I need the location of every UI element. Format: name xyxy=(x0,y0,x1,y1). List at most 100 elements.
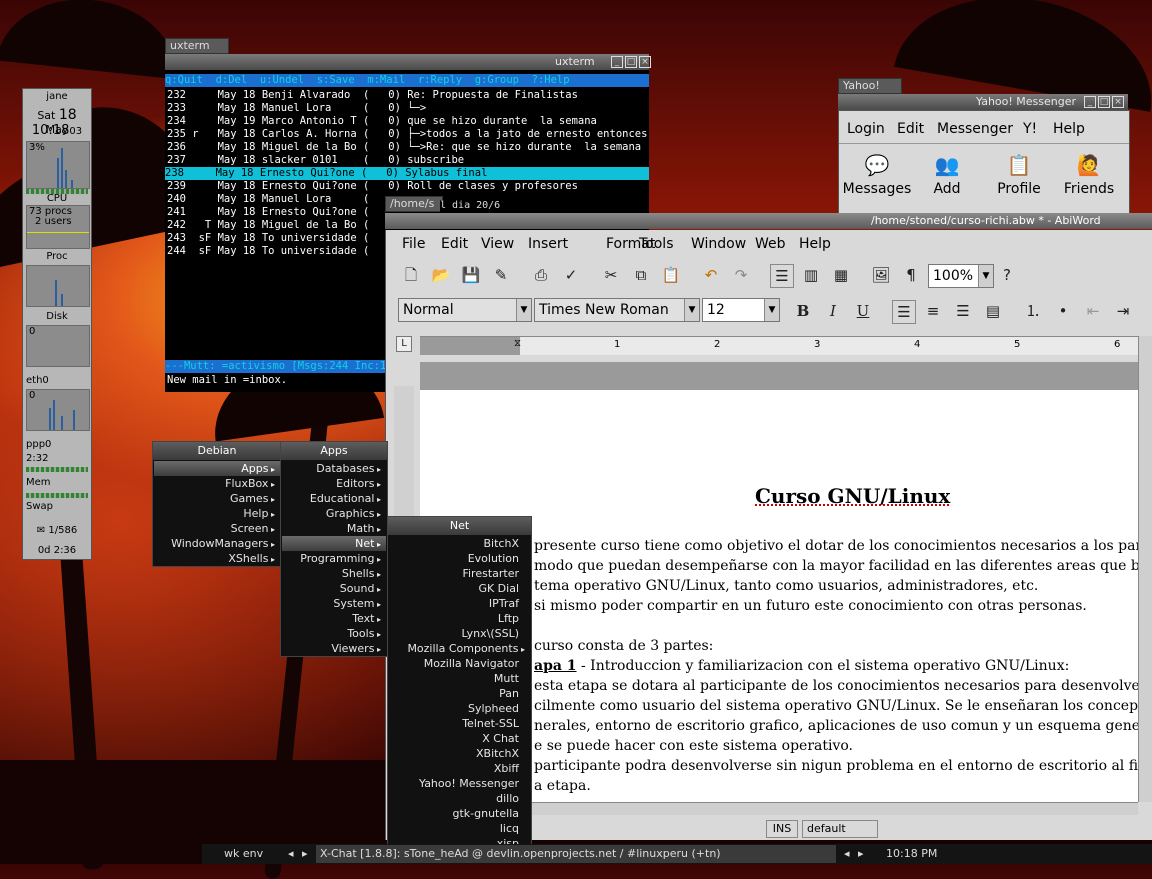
mutt-message-row[interactable]: 235 r May 18 Carlos A. Horna ( 0) ├─>tod… xyxy=(167,128,647,141)
menu-item-mutt[interactable]: Mutt xyxy=(494,671,519,686)
menu-insert[interactable]: Insert xyxy=(528,236,568,252)
minimize-icon[interactable]: _ xyxy=(1084,96,1096,108)
increase-indent-icon[interactable]: ⇥ xyxy=(1112,300,1134,322)
font-size-select[interactable]: 12 ▼ xyxy=(702,298,780,322)
underline-icon[interactable]: U xyxy=(852,300,874,322)
menu-item-xshells[interactable]: XShells ▸ xyxy=(228,551,275,566)
menu-item-gtk-gnutella[interactable]: gtk-gnutella xyxy=(453,806,520,821)
menu-item-graphics[interactable]: Graphics ▸ xyxy=(326,506,381,521)
profile-button[interactable]: 📋 Profile xyxy=(983,153,1055,197)
menu-item-screen[interactable]: Screen ▸ xyxy=(231,521,275,536)
menu-login[interactable]: Login xyxy=(847,121,885,137)
menu-item-shells[interactable]: Shells ▸ xyxy=(342,566,381,581)
justify-icon[interactable]: ▤ xyxy=(982,300,1004,322)
menu-item-lynx-ssl-[interactable]: Lynx\(SSL) xyxy=(462,626,520,641)
add-button[interactable]: 👥 Add xyxy=(911,153,983,197)
print-icon[interactable]: ⎙ xyxy=(530,264,552,286)
minimize-icon[interactable]: _ xyxy=(611,56,623,68)
maximize-icon[interactable]: □ xyxy=(625,56,637,68)
prev-workspace-icon[interactable]: ◂ xyxy=(288,844,294,864)
mutt-message-row[interactable]: 243 sF May 18 To universidade ( xyxy=(167,232,369,245)
menu-item-x-chat[interactable]: X Chat xyxy=(482,731,519,746)
next-workspace-icon[interactable]: ▸ xyxy=(302,844,308,864)
friends-button[interactable]: 🙋 Friends xyxy=(1053,153,1125,197)
menu-item-tools[interactable]: Tools ▸ xyxy=(347,626,381,641)
menu-item-dillo[interactable]: dillo xyxy=(496,791,519,806)
menu-window[interactable]: Window xyxy=(691,236,746,252)
close-icon[interactable]: × xyxy=(1112,96,1124,108)
mutt-message-row[interactable]: 238 May 18 Ernesto Qui?one ( 0) Sylabus … xyxy=(165,167,649,180)
menu-item-apps[interactable]: Apps ▸ xyxy=(241,461,275,476)
menu-item-mozilla-components[interactable]: Mozilla Components ▸ xyxy=(407,641,525,656)
maximize-icon[interactable]: □ xyxy=(1098,96,1110,108)
style-select[interactable]: Normal ▼ xyxy=(398,298,532,322)
one-column-icon[interactable]: ☰ xyxy=(770,264,794,288)
menu-item-games[interactable]: Games ▸ xyxy=(230,491,275,506)
help-icon[interactable]: ? xyxy=(996,264,1018,286)
messages-button[interactable]: 💬 Messages xyxy=(841,153,913,197)
menu-item-text[interactable]: Text ▸ xyxy=(352,611,381,626)
menu-file[interactable]: File xyxy=(402,236,425,252)
numbered-list-icon[interactable]: ⒈ xyxy=(1022,300,1044,322)
menu-item-viewers[interactable]: Viewers ▸ xyxy=(331,641,381,656)
menu-item-system[interactable]: System ▸ xyxy=(333,596,381,611)
copy-icon[interactable]: ⧉ xyxy=(630,264,652,286)
prev-window-icon[interactable]: ◂ xyxy=(844,844,850,864)
menu-item-editors[interactable]: Editors ▸ xyxy=(336,476,381,491)
align-center-icon[interactable]: ≡ xyxy=(922,300,944,322)
three-columns-icon[interactable]: ▦ xyxy=(830,264,852,286)
bold-icon[interactable]: B xyxy=(792,300,814,322)
save-icon[interactable]: 💾 xyxy=(460,264,482,286)
menu-item-telnet-ssl[interactable]: Telnet-SSL xyxy=(462,716,519,731)
align-right-icon[interactable]: ☰ xyxy=(952,300,974,322)
abiword-titlebar[interactable]: /home/stoned/curso-richi.abw * - AbiWord xyxy=(385,213,1152,229)
redo-icon[interactable]: ↷ xyxy=(730,264,752,286)
menu-edit[interactable]: Edit xyxy=(441,236,468,252)
paste-icon[interactable]: 📋 xyxy=(660,264,682,286)
menu-y[interactable]: Y! xyxy=(1023,121,1037,137)
mutt-message-row[interactable]: 232 May 18 Benji Alvarado ( 0) Re: Propu… xyxy=(167,89,578,102)
menu-item-math[interactable]: Math ▸ xyxy=(347,521,381,536)
menu-messenger[interactable]: Messenger xyxy=(937,121,1013,137)
align-left-icon[interactable]: ☰ xyxy=(892,300,916,324)
decrease-indent-icon[interactable]: ⇤ xyxy=(1082,300,1104,322)
close-icon[interactable]: × xyxy=(639,56,651,68)
undo-icon[interactable]: ↶ xyxy=(700,264,722,286)
menu-item-fluxbox[interactable]: FluxBox ▸ xyxy=(225,476,275,491)
font-select[interactable]: Times New Roman ▼ xyxy=(534,298,700,322)
tab-stop-icon[interactable]: L xyxy=(396,336,412,352)
menu-item-licq[interactable]: licq xyxy=(500,821,519,836)
vertical-scrollbar[interactable] xyxy=(1138,336,1152,802)
menu-item-sylpheed[interactable]: Sylpheed xyxy=(468,701,519,716)
menu-view[interactable]: View xyxy=(481,236,514,252)
menu-tools[interactable]: Tools xyxy=(639,236,674,252)
next-window-icon[interactable]: ▸ xyxy=(858,844,864,864)
show-paragraph-marks-icon[interactable]: ¶ xyxy=(900,264,922,286)
menu-item-gk-dial[interactable]: GK Dial xyxy=(478,581,519,596)
bullet-list-icon[interactable]: • xyxy=(1052,300,1074,322)
menu-item-databases[interactable]: Databases ▸ xyxy=(316,461,381,476)
uxterm-tab[interactable]: uxterm xyxy=(165,38,229,54)
save-as-icon[interactable]: ✎ xyxy=(490,264,512,286)
menu-item-lftp[interactable]: Lftp xyxy=(498,611,519,626)
menu-item-xbitchx[interactable]: XBitchX xyxy=(476,746,519,761)
menu-item-firestarter[interactable]: Firestarter xyxy=(462,566,519,581)
zoom-select[interactable]: 100% ▼ xyxy=(928,264,994,288)
menu-item-windowmanagers[interactable]: WindowManagers ▸ xyxy=(171,536,275,551)
menu-web[interactable]: Web xyxy=(755,236,786,252)
mutt-message-row[interactable]: 241 May 18 Ernesto Qui?one ( xyxy=(167,206,369,219)
cut-icon[interactable]: ✂ xyxy=(600,264,622,286)
mutt-message-row[interactable]: 242 T May 18 Miguel de la Bo ( xyxy=(167,219,369,232)
home-terminal-tab[interactable]: /home/s xyxy=(385,196,443,212)
menu-item-pan[interactable]: Pan xyxy=(499,686,519,701)
workspace-name[interactable]: wk env xyxy=(224,844,263,864)
indent-marker-icon[interactable]: ⧖ xyxy=(514,338,521,349)
spellcheck-icon[interactable]: ✓ xyxy=(560,264,582,286)
menu-item-help[interactable]: Help ▸ xyxy=(243,506,275,521)
menu-item-yahoo-messenger[interactable]: Yahoo! Messenger xyxy=(419,776,519,791)
menu-item-educational[interactable]: Educational ▸ xyxy=(310,491,381,506)
yahoo-titlebar[interactable]: Yahoo! Messenger _ □ × xyxy=(838,94,1128,110)
mutt-message-row[interactable]: 234 May 19 Marco Antonio T ( 0) que se h… xyxy=(167,115,597,128)
menu-help[interactable]: Help xyxy=(1053,121,1085,137)
menu-item-sound[interactable]: Sound ▸ xyxy=(340,581,381,596)
